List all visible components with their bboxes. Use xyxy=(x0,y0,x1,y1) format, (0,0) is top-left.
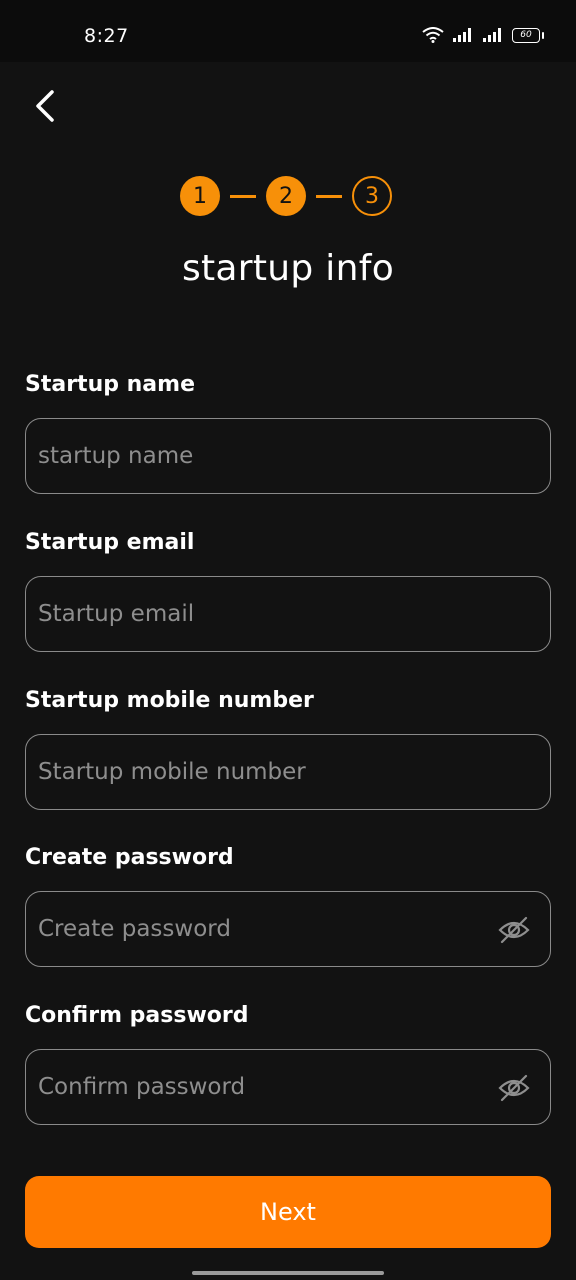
eye-off-icon xyxy=(498,1074,530,1102)
signal-icon xyxy=(453,28,471,42)
step-2: 2 xyxy=(266,176,306,216)
create-password-field[interactable] xyxy=(25,891,551,967)
eye-off-icon xyxy=(498,916,530,944)
create-password-visibility-toggle[interactable] xyxy=(496,912,532,948)
confirm-password-field[interactable] xyxy=(25,1049,551,1125)
startup-email-field[interactable] xyxy=(25,576,551,652)
confirm-password-visibility-toggle[interactable] xyxy=(496,1070,532,1106)
step-3: 3 xyxy=(352,176,392,216)
step-connector xyxy=(316,194,342,198)
status-time: 8:27 xyxy=(84,25,129,47)
create-password-input[interactable] xyxy=(38,892,478,966)
status-bar: 8:27 60 xyxy=(0,0,576,62)
startup-name-input[interactable] xyxy=(38,419,478,493)
startup-name-field[interactable] xyxy=(25,418,551,494)
battery-icon: 60 xyxy=(512,27,544,43)
progress-stepper: 1 2 3 xyxy=(180,176,392,216)
create-password-label: Create password xyxy=(25,845,234,870)
wifi-icon xyxy=(422,27,444,43)
startup-name-label: Startup name xyxy=(25,372,195,397)
step-connector xyxy=(230,194,256,198)
startup-mobile-field[interactable] xyxy=(25,734,551,810)
chevron-left-icon xyxy=(36,90,54,122)
startup-mobile-label: Startup mobile number xyxy=(25,688,314,713)
page-title: startup info xyxy=(181,248,395,289)
step-1: 1 xyxy=(180,176,220,216)
signal-icon xyxy=(483,28,501,42)
back-button[interactable] xyxy=(28,84,68,128)
startup-email-label: Startup email xyxy=(25,530,195,555)
confirm-password-input[interactable] xyxy=(38,1050,478,1124)
next-button[interactable]: Next xyxy=(25,1176,551,1248)
home-indicator[interactable] xyxy=(192,1271,384,1275)
confirm-password-label: Confirm password xyxy=(25,1003,249,1028)
status-icons: 60 xyxy=(422,27,544,43)
startup-mobile-input[interactable] xyxy=(38,735,478,809)
startup-email-input[interactable] xyxy=(38,577,478,651)
battery-level: 60 xyxy=(520,29,532,40)
